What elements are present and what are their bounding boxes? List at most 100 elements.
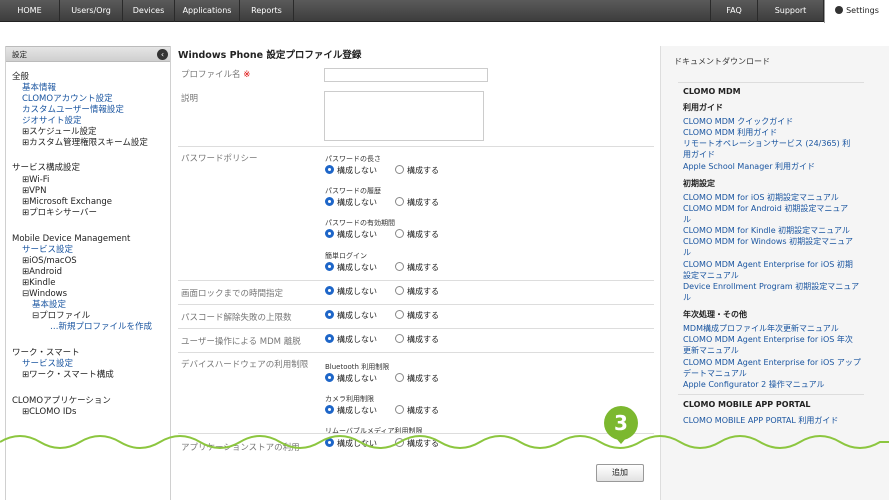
mdm-removal-radio-on[interactable]: 構成する [395,334,439,345]
unlock-fail-radio-off[interactable]: 構成しない [325,310,377,321]
doc-link-windows-init[interactable]: CLOMO MDM for Windows 初期設定マニュア [683,236,853,247]
radio-on-label: 構成する [407,335,439,344]
doc-link-windows-init-cont[interactable]: ル [683,247,691,258]
sidebar-item-mdm-service[interactable]: サービス設定 [22,245,73,256]
sidebar-item-basic-info[interactable]: 基本情報 [22,83,56,94]
radio-on-label: 構成する [407,230,439,239]
radio-unchecked-icon [395,262,404,271]
doc-link-ios-init[interactable]: CLOMO MDM for iOS 初期設定マニュアル [683,192,839,203]
nav-home[interactable]: HOME [0,0,60,22]
doc-link-agent-update[interactable]: CLOMO MDM Agent Enterprise for iOS アップ [683,357,861,368]
sidebar-item-new-profile[interactable]: …新規プロファイルを作成 [50,322,152,333]
screen-lock-radio-off[interactable]: 構成しない [325,286,377,297]
doc-link-portal-guide[interactable]: CLOMO MOBILE APP PORTAL 利用ガイド [683,415,838,426]
simple-login-radio-off[interactable]: 構成しない [325,262,377,273]
pw-history-radio-off[interactable]: 構成しない [325,197,377,208]
doc-link-agent-init[interactable]: CLOMO MDM Agent Enterprise for iOS 初期 [683,259,853,270]
nav-support[interactable]: Support [758,0,824,22]
description-label: 説明 [181,94,199,104]
doc-link-annual-profile[interactable]: MDM構成プロファイル年次更新マニュアル [683,323,839,334]
nav-users-org[interactable]: Users/Org [60,0,123,22]
doc-section-app-portal: CLOMO MOBILE APP PORTAL [683,400,811,409]
sidebar-item-custom-user-info[interactable]: カスタムユーザー情報設定 [22,105,124,116]
sidebar-item-vpn[interactable]: ⊞VPN [22,186,46,197]
radio-on-label: 構成する [407,374,439,383]
doc-link-dep-init[interactable]: Device Enrollment Program 初期設定マニュア [683,281,859,292]
doc-link-configurator[interactable]: Apple Configurator 2 操作マニュアル [683,379,825,390]
doc-link-android-init-cont[interactable]: ル [683,214,691,225]
sidebar-item-windows-profile[interactable]: ⊟プロファイル [32,311,90,322]
radio-unchecked-icon [395,197,404,206]
doc-link-remote-op[interactable]: リモートオペレーションサービス (24/365) 利 [683,138,850,149]
simple-login-radio-on[interactable]: 構成する [395,262,439,273]
screen-lock-radio-on[interactable]: 構成する [395,286,439,297]
nav-settings[interactable]: Settings [824,0,889,23]
sidebar-item-wifi[interactable]: ⊞Wi-Fi [22,175,49,186]
callout-pointer [615,437,627,444]
pw-history-radio-on[interactable]: 構成する [395,197,439,208]
mdm-removal-radio-off[interactable]: 構成しない [325,334,377,345]
sidebar-item-windows-basic[interactable]: 基本設定 [32,300,66,311]
unlock-fail-label: パスコード解除失敗の上限数 [181,313,292,323]
radio-off-label: 構成しない [337,311,377,320]
unlock-fail-radio-on[interactable]: 構成する [395,310,439,321]
camera-radio-off[interactable]: 構成しない [325,405,377,416]
hw-restriction-label: デバイスハードウェアの利用制限 [181,360,309,370]
camera-radio-on[interactable]: 構成する [395,405,439,416]
pw-expiry-radio-off[interactable]: 構成しない [325,229,377,240]
sidebar-item-proxy[interactable]: ⊞プロキシサーバー [22,208,97,219]
nav-applications[interactable]: Applications [175,0,240,22]
bluetooth-radio-off[interactable]: 構成しない [325,373,377,384]
doc-link-agent-annual-cont[interactable]: 更新マニュアル [683,345,739,356]
doc-link-agent-init-cont[interactable]: 設定マニュアル [683,270,739,281]
sidebar-item-android[interactable]: ⊞Android [22,267,62,278]
description-textarea[interactable] [324,91,484,141]
sidebar-item-schedule[interactable]: ⊞スケジュール設定 [22,127,97,138]
doc-link-agent-annual[interactable]: CLOMO MDM Agent Enterprise for iOS 年次 [683,334,853,345]
divider [178,280,654,281]
profile-name-label: プロファイル名 ※ [181,68,250,80]
nav-reports[interactable]: Reports [240,0,294,22]
radio-off-label: 構成しない [337,335,377,344]
required-mark: ※ [243,70,251,80]
radio-on-label: 構成する [407,263,439,272]
nav-faq[interactable]: FAQ [710,0,758,22]
sidebar-item-windows[interactable]: ⊟Windows [22,289,67,300]
nav-devices[interactable]: Devices [123,0,175,22]
sidebar-group-service-config: サービス構成設定 [12,163,81,173]
doc-panel-title: ドキュメントダウンロード [674,57,770,66]
radio-on-label: 構成する [407,406,439,415]
sidebar-item-clomo-ids[interactable]: ⊞CLOMO IDs [22,407,76,418]
doc-link-dep-init-cont[interactable]: ル [683,292,691,303]
sidebar-group-mdm: Mobile Device Management [12,234,131,244]
doc-link-kindle-init[interactable]: CLOMO MDM for Kindle 初期設定マニュアル [683,225,850,236]
doc-link-user-guide[interactable]: CLOMO MDM 利用ガイド [683,127,777,138]
doc-link-asm[interactable]: Apple School Manager 利用ガイド [683,161,815,172]
doc-heading-annual: 年次処理・その他 [683,310,747,319]
sidebar-item-work-smart-config[interactable]: ⊞ワーク・スマート構成 [22,370,114,381]
radio-off-label: 構成しない [337,230,377,239]
sidebar-item-ios-macos[interactable]: ⊞iOS/macOS [22,256,77,267]
sidebar-item-work-smart-service[interactable]: サービス設定 [22,359,73,370]
doc-link-agent-update-cont[interactable]: デートマニュアル [683,368,747,379]
bluetooth-radio-on[interactable]: 構成する [395,373,439,384]
profile-name-input[interactable] [324,68,488,82]
screen-lock-label: 画面ロックまでの時間指定 [181,289,284,299]
radio-off-label: 構成しない [337,263,377,272]
doc-link-android-init[interactable]: CLOMO MDM for Android 初期設定マニュア [683,203,848,214]
pw-length-radio-off[interactable]: 構成しない [325,165,377,176]
radio-checked-icon [325,262,334,271]
sidebar-item-clomo-account[interactable]: CLOMOアカウント設定 [22,94,113,105]
doc-list: CLOMO MDM 利用ガイド CLOMO MDM クイックガイド CLOMO … [678,82,864,482]
pw-expiry-radio-on[interactable]: 構成する [395,229,439,240]
sidebar-item-custom-permission[interactable]: ⊞カスタム管理権限スキーム設定 [22,138,148,149]
doc-link-remote-op-cont[interactable]: 用ガイド [683,149,715,160]
sidebar-item-kindle[interactable]: ⊞Kindle [22,278,55,289]
chevron-left-icon[interactable]: ‹ [157,49,168,60]
pw-expiry-label: パスワードの有効期間 [325,219,395,227]
divider [178,352,654,353]
sidebar-item-geosite[interactable]: ジオサイト設定 [22,116,82,127]
pw-length-radio-on[interactable]: 構成する [395,165,439,176]
doc-link-quick-guide[interactable]: CLOMO MDM クイックガイド [683,116,793,127]
sidebar-item-exchange[interactable]: ⊞Microsoft Exchange [22,197,112,208]
